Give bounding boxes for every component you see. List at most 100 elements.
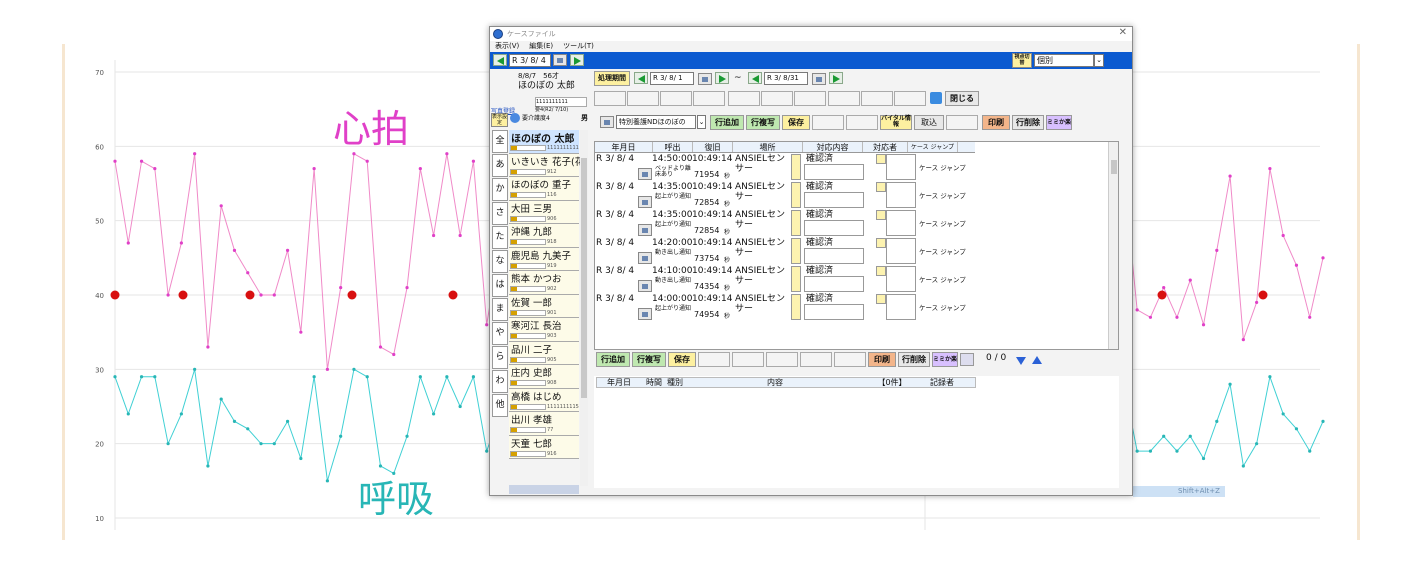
rec-col-type[interactable]: 種別 [667,378,767,387]
save-button[interactable]: 保存 [782,115,810,130]
table-row[interactable]: R 3/ 8/ 4 14:10:00 10:49:14 動き出し通知 74354 秒 ANS… [595,266,975,294]
case-jump-button[interactable]: ケース ジャンプ [919,192,966,200]
mimamori-button[interactable]: ミミか楽 [1046,115,1072,130]
menu-tools[interactable]: ツール(T) [563,41,594,52]
resident-item[interactable]: いきいき 花子(花) 912 [509,153,588,177]
rec-col-content[interactable]: 内容 [767,378,867,387]
lower-add-row-button[interactable]: 行追加 [596,352,630,367]
resident-scrollbar[interactable] [580,130,588,486]
case-jump-button[interactable]: ケース ジャンプ [919,220,966,228]
cell-flag[interactable] [791,210,801,236]
kana-tab[interactable]: あ [492,154,508,177]
cell-responder-flag[interactable] [876,154,886,164]
cell-call[interactable]: 14:20:00 [652,238,692,249]
table-row[interactable]: R 3/ 8/ 4 14:20:00 10:49:14 動き出し通知 73754 秒 ANS… [595,238,975,266]
case-jump-button[interactable]: ケース ジャンプ [919,164,966,172]
cell-call[interactable]: 14:10:00 [652,266,692,277]
resident-item[interactable]: ほのぼの 重子 116 [509,177,579,201]
chevron-down-icon[interactable]: ⌄ [1094,54,1104,67]
cell-responder-flag[interactable] [876,238,886,248]
kana-tab[interactable]: 全 [492,130,508,153]
print-button[interactable]: 印刷 [982,115,1010,130]
kana-tab[interactable]: わ [492,370,508,393]
date-field[interactable]: R 3/ 8/ 4 [509,54,551,67]
period-prev-button[interactable] [634,72,648,84]
calendar-icon[interactable] [812,73,826,85]
service-select[interactable]: 特別養護NDほのぼの [616,115,696,129]
copy-row-button[interactable]: 行複写 [746,115,780,130]
rec-col-recorder[interactable]: 記録者 [917,378,967,387]
resident-item[interactable]: 佐賀 一郎 901 [509,294,579,318]
display-settings-button[interactable]: 表示設定 [491,113,508,127]
delete-row-button[interactable]: 行削除 [1012,115,1044,130]
period2-prev-button[interactable] [748,72,762,84]
period-to[interactable]: R 3/ 8/31 [764,72,808,85]
rec-col-date[interactable]: 年月日 [597,378,641,387]
col-action[interactable]: 対応内容 [803,142,863,152]
cell-recover[interactable]: 10:49:14 [692,294,732,305]
calendar-icon[interactable] [638,224,652,236]
cell-responder-flag[interactable] [876,294,886,304]
cell-call[interactable]: 14:35:00 [652,210,692,221]
cell-call[interactable]: 14:00:00 [652,294,692,305]
menu-edit[interactable]: 編集(E) [529,41,553,52]
calendar-icon[interactable] [698,73,712,85]
case-jump-button[interactable]: ケース ジャンプ [919,248,966,256]
cell-action-detail[interactable] [804,248,864,264]
resident-item[interactable]: 沖縄 九郎 918 [509,224,579,248]
add-row-button[interactable]: 行追加 [710,115,744,130]
kana-tab[interactable]: ら [492,346,508,369]
cell-place[interactable]: ANSIELセンサー [735,238,791,258]
resident-item[interactable]: 高橋 はじめ 1111111115 [509,388,579,412]
refresh-icon[interactable] [930,92,942,104]
cell-date[interactable]: R 3/ 8/ 4 [596,266,634,277]
cell-action-detail[interactable] [804,164,864,180]
cell-recover[interactable]: 10:49:14 [692,182,732,193]
view-switch-button[interactable]: 視点切替 [1012,53,1032,68]
col-place[interactable]: 場所 [733,142,803,152]
kana-tab[interactable]: は [492,274,508,297]
cell-place[interactable]: ANSIELセンサー [735,182,791,202]
import-button[interactable]: 取込 [914,115,944,130]
page-down-icon[interactable] [1016,357,1026,365]
col-recover[interactable]: 復旧 [693,142,733,152]
kana-tab[interactable]: ま [492,298,508,321]
cell-recover[interactable]: 10:49:14 [692,210,732,221]
kana-tab[interactable]: た [492,226,508,249]
cell-place[interactable]: ANSIELセンサー [735,210,791,230]
cell-date[interactable]: R 3/ 8/ 4 [596,182,634,193]
page-up-icon[interactable] [1032,356,1042,364]
cell-responder[interactable] [886,210,916,236]
cell-recover[interactable]: 10:49:14 [692,266,732,277]
view-select[interactable]: 個別 [1034,54,1094,67]
resident-item[interactable]: 庄内 史郎 908 [509,365,579,389]
prev-day-button[interactable] [493,54,507,66]
lower-mimamori-button[interactable]: ミミか楽 [932,352,958,367]
cell-date[interactable]: R 3/ 8/ 4 [596,238,634,249]
resident-item[interactable]: 天童 七郎 916 [509,435,579,459]
cell-date[interactable]: R 3/ 8/ 4 [596,210,634,221]
kana-tab[interactable]: や [492,322,508,345]
vital-info-button[interactable]: バイタル情報 [880,115,912,130]
search-icon[interactable] [510,113,520,123]
cell-responder[interactable] [886,182,916,208]
cell-action-detail[interactable] [804,304,864,320]
cell-action-detail[interactable] [804,192,864,208]
resident-item[interactable]: 大田 三男 906 [509,200,579,224]
edit-icon[interactable] [960,353,974,366]
close-icon[interactable]: ✕ [1119,27,1127,38]
kana-tab[interactable]: さ [492,202,508,225]
grid-scrollbar[interactable] [1108,142,1118,349]
cell-place[interactable]: ANSIELセンサー [735,154,791,174]
resident-item[interactable]: ほのぼの 太郎 1111111111 [509,130,579,154]
period2-next-button[interactable] [829,72,843,84]
calendar-icon[interactable] [638,280,652,292]
cell-flag[interactable] [791,294,801,320]
table-row[interactable]: R 3/ 8/ 4 14:35:00 10:49:14 起上がり通知 72854 秒 ANS… [595,182,975,210]
cell-date[interactable]: R 3/ 8/ 4 [596,154,634,165]
cell-action-detail[interactable] [804,220,864,236]
resident-item[interactable]: 品川 二子 905 [509,341,579,365]
cell-flag[interactable] [791,238,801,264]
period-from[interactable]: R 3/ 8/ 1 [650,72,694,85]
cell-responder-flag[interactable] [876,182,886,192]
